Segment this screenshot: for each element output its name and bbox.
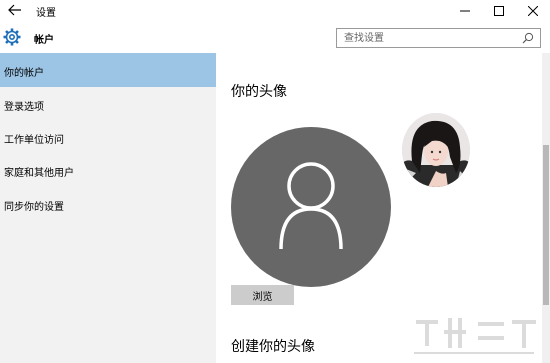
title-bar: 设置	[0, 0, 550, 22]
minimize-icon	[460, 10, 470, 12]
maximize-button[interactable]	[482, 0, 516, 22]
sidebar-item-work-access[interactable]: 工作单位访问	[0, 120, 216, 154]
back-arrow-icon	[8, 4, 21, 16]
search-box[interactable]	[336, 28, 541, 48]
sidebar-item-sign-in-options[interactable]: 登录选项	[0, 87, 216, 121]
minimize-button[interactable]	[448, 0, 482, 22]
sidebar-item-label: 家庭和其他用户	[4, 168, 74, 179]
search-input[interactable]	[337, 29, 517, 47]
create-avatar-section-title: 创建你的头像	[231, 339, 315, 355]
gear-icon	[3, 28, 21, 46]
maximize-icon	[494, 6, 504, 16]
close-icon	[528, 6, 538, 16]
sidebar-item-sync-settings[interactable]: 同步你的设置	[0, 187, 216, 221]
avatar-section-title: 你的头像	[231, 84, 287, 100]
profile-photo-image	[402, 113, 470, 187]
user-icon	[279, 162, 343, 250]
close-button[interactable]	[516, 0, 550, 22]
sidebar-item-label: 工作单位访问	[4, 135, 64, 146]
back-button[interactable]	[2, 0, 28, 22]
default-avatar	[231, 127, 391, 287]
scrollbar-thumb[interactable]	[543, 145, 549, 305]
sidebar-item-label: 同步你的设置	[4, 202, 64, 213]
profile-photo[interactable]	[402, 113, 470, 187]
sidebar-item-label: 你的帐户	[4, 68, 44, 79]
page-title: 帐户	[34, 35, 54, 46]
sidebar: 你的帐户 登录选项 工作单位访问 家庭和其他用户 同步你的设置	[0, 53, 216, 363]
sidebar-item-family-other-users[interactable]: 家庭和其他用户	[0, 153, 216, 187]
browse-button[interactable]: 浏览	[231, 285, 294, 305]
sidebar-item-label: 登录选项	[4, 102, 44, 113]
sidebar-item-your-account[interactable]: 你的帐户	[0, 53, 216, 87]
app-title: 设置	[36, 8, 56, 19]
watermark-logo	[414, 318, 536, 354]
search-icon[interactable]	[522, 32, 534, 44]
